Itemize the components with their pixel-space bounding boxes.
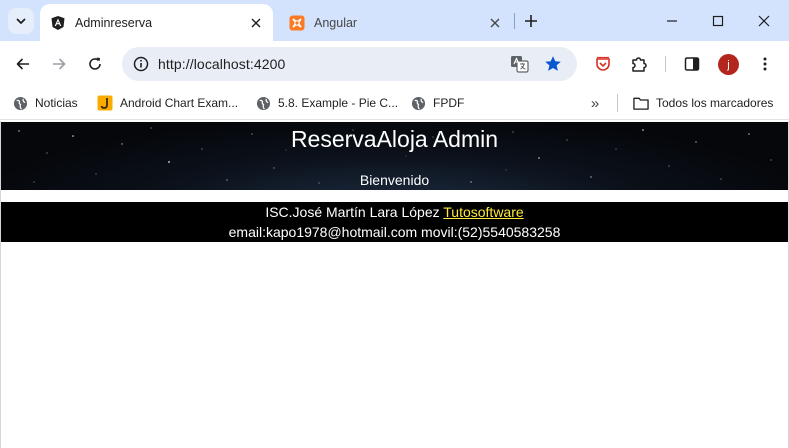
profile-avatar[interactable]: j <box>718 54 739 75</box>
toolbar-divider <box>665 56 666 72</box>
bookmark-android-chart[interactable]: Android Chart Exam... <box>97 93 238 113</box>
minimize-icon <box>667 19 677 22</box>
bookmark-noticias[interactable]: Noticias <box>12 93 78 113</box>
browser-toolbar: http://localhost:4200 j <box>0 41 789 87</box>
tab-strip: Adminreserva Angular <box>0 0 789 41</box>
bookmarks-separator <box>617 94 618 112</box>
bookmark-label: Noticias <box>35 96 78 110</box>
folder-icon <box>633 95 649 111</box>
bookmark-pie-chart-example[interactable]: 5.8. Example - Pie C... <box>255 93 398 113</box>
maximize-button[interactable] <box>695 0 741 41</box>
bookmark-label: Android Chart Exam... <box>120 96 239 110</box>
menu-button[interactable] <box>751 50 779 78</box>
tutosoftware-link[interactable]: Tutosoftware <box>443 204 523 220</box>
extensions-button[interactable] <box>625 50 653 78</box>
author-name: ISC.José Martín Lara López <box>265 204 440 220</box>
tab-title: Adminreserva <box>75 15 153 30</box>
header-banner: ReservaAloja Admin Bienvenido <box>1 122 788 190</box>
bookmark-star-icon[interactable] <box>542 53 564 75</box>
puzzle-icon <box>632 57 647 72</box>
url-text[interactable]: http://localhost:4200 <box>158 56 285 72</box>
page-title: ReservaAloja Admin <box>290 126 499 152</box>
globe-icon <box>255 95 271 111</box>
kebab-menu-icon <box>763 57 767 71</box>
welcome-text: Bienvenido <box>359 172 430 188</box>
pocket-icon <box>596 56 610 71</box>
window-border-left <box>0 121 1 448</box>
site-info-icon[interactable] <box>130 53 152 75</box>
tab-angular[interactable]: Angular <box>279 4 512 41</box>
xampp-icon <box>289 15 305 31</box>
tab-search-button[interactable] <box>8 8 34 34</box>
credits-bar: ISC.José Martín Lara López Tutosoftware … <box>1 202 788 242</box>
bookmark-j-icon <box>97 95 113 111</box>
side-panel-button[interactable] <box>678 50 706 78</box>
arrow-left-icon <box>16 58 29 70</box>
globe-icon <box>410 95 426 111</box>
close-window-button[interactable] <box>741 0 787 41</box>
close-tab-icon[interactable] <box>247 14 265 32</box>
forward-button[interactable] <box>45 50 73 78</box>
globe-icon <box>12 95 28 111</box>
reload-icon <box>89 57 101 70</box>
more-bookmarks-chevron-icon[interactable]: » <box>585 93 605 113</box>
reload-button[interactable] <box>81 50 109 78</box>
extension-pocket-button[interactable] <box>589 50 617 78</box>
close-tab-icon[interactable] <box>486 14 504 32</box>
maximize-icon <box>712 15 724 26</box>
new-tab-button[interactable] <box>520 10 542 32</box>
side-panel-icon <box>684 57 700 71</box>
bookmark-label: 5.8. Example - Pie C... <box>278 96 399 110</box>
minimize-button[interactable] <box>649 0 695 41</box>
back-button[interactable] <box>9 50 37 78</box>
bookmarks-bar: Noticias Android Chart Exam... 5.8. Exam… <box>0 87 789 120</box>
tab-separator <box>514 13 515 29</box>
page-viewport: ReservaAloja Admin Bienvenido ISC.José M… <box>1 121 788 448</box>
chevron-down-icon <box>16 18 26 24</box>
angular-icon <box>50 15 66 31</box>
address-bar[interactable]: http://localhost:4200 <box>122 47 577 81</box>
close-icon <box>758 15 770 26</box>
bookmark-label: FPDF <box>433 96 465 110</box>
all-bookmarks-label: Todos los marcadores <box>656 96 774 110</box>
tab-adminreserva[interactable]: Adminreserva <box>40 4 273 41</box>
tab-title: Angular <box>314 15 358 30</box>
translate-icon[interactable] <box>510 54 530 74</box>
arrow-right-icon <box>53 58 66 70</box>
bookmark-fpdf[interactable]: FPDF <box>410 93 464 113</box>
plus-icon <box>525 15 537 27</box>
author-line: ISC.José Martín Lara López Tutosoftware <box>1 202 788 222</box>
all-bookmarks-button[interactable]: Todos los marcadores <box>633 93 773 113</box>
contact-line: email:kapo1978@hotmail.com movil:(52)554… <box>228 224 561 240</box>
